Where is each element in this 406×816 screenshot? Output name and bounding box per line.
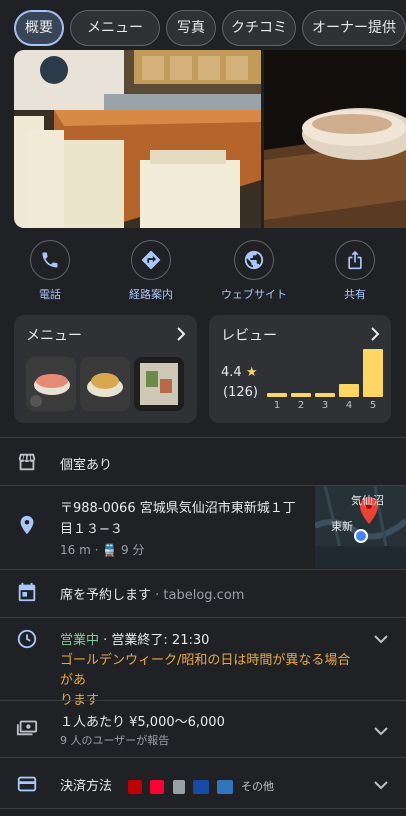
location-pin-icon: [20, 515, 34, 535]
amex-icon: [216, 779, 233, 794]
payment-methods[interactable]: 決済方法 その他: [60, 775, 274, 794]
histogram-bar: [315, 393, 335, 397]
website-button[interactable]: ウェブサイト: [209, 240, 299, 302]
tab-bar: 概要 メニュー 写真 クチコミ オーナー提供: [14, 10, 406, 48]
directions-label: 経路案内: [129, 288, 173, 301]
reservation-text: 席を予約します: [60, 588, 152, 603]
divider: [0, 808, 406, 809]
divider: [0, 437, 406, 438]
card-icon: [172, 779, 185, 794]
rakuten-pay-icon: [128, 779, 143, 794]
interior-photo[interactable]: [14, 50, 261, 228]
menu-thumbnail[interactable]: [134, 357, 184, 411]
share-icon: [335, 240, 375, 280]
menu-card[interactable]: メニュー: [14, 315, 197, 423]
storefront-icon: [18, 453, 36, 471]
chevron-down-icon[interactable]: [374, 634, 388, 644]
histogram-bar: [339, 384, 359, 397]
hours-info[interactable]: 営業中 · 営業終了: 21:30 ゴールデンウィーク/昭和の日は時間が異なる場…: [60, 631, 360, 711]
directions-icon: [131, 240, 171, 280]
menu-thumbnail[interactable]: [26, 357, 76, 411]
bullet: ·: [94, 543, 99, 557]
share-button[interactable]: 共有: [310, 240, 400, 302]
quick-actions: 電話 経路案内 ウェブサイト 共有: [0, 240, 406, 304]
holiday-notice-line1: ゴールデンウィーク/昭和の日は時間が異なる場合があ: [60, 653, 351, 688]
website-label: ウェブサイト: [221, 288, 287, 301]
rating-value: 4.4: [221, 365, 242, 380]
price-info[interactable]: １人あたり ¥5,000〜6,000 9 人のユーザーが報告: [60, 714, 225, 750]
directions-button[interactable]: 経路案内: [106, 240, 196, 302]
divider: [0, 700, 406, 701]
call-label: 電話: [39, 288, 61, 301]
distance-text: 16 m: [60, 543, 91, 557]
price-sub: 9 人のユーザーが報告: [60, 734, 170, 747]
menu-thumbnail[interactable]: [80, 357, 130, 411]
payment-other: その他: [241, 780, 274, 793]
credit-card-icon: [17, 776, 37, 792]
tab-reviews[interactable]: クチコミ: [222, 10, 296, 46]
reservation-source: · tabelog.com: [155, 588, 245, 603]
chevron-right-icon: [177, 327, 186, 341]
histogram-label: 2: [297, 400, 305, 411]
holiday-notice-line2: ります: [60, 693, 100, 708]
star-icon: ★: [245, 365, 258, 380]
histogram-label: 1: [273, 400, 281, 411]
map-label: 東新: [331, 520, 353, 533]
divider: [0, 569, 406, 570]
jcb-icon: [192, 779, 209, 794]
divider: [0, 617, 406, 618]
price-text: １人あたり ¥5,000〜6,000: [60, 715, 225, 730]
histogram-bar: [291, 393, 311, 397]
hours-line: 営業中 · 営業終了: 21:30: [60, 631, 360, 651]
divider: [0, 757, 406, 758]
histogram-label: 3: [321, 400, 329, 411]
chevron-right-icon: [371, 327, 380, 341]
phone-icon: [30, 240, 70, 280]
globe-icon: [234, 240, 274, 280]
call-button[interactable]: 電話: [5, 240, 95, 302]
histogram-label: 4: [345, 400, 353, 411]
address-line1: 〒988-0066 宮城県気仙沼市東新城１丁: [60, 501, 296, 516]
chevron-down-icon[interactable]: [374, 780, 388, 790]
tab-overview[interactable]: 概要: [14, 10, 64, 46]
paypay-icon: [150, 779, 165, 794]
menu-card-title: メニュー: [26, 328, 82, 344]
reservation-link[interactable]: 席を予約します · tabelog.com: [60, 584, 244, 603]
review-card[interactable]: レビュー 4.4 ★ (126) 1 2 3 4 5: [209, 315, 391, 423]
address-line2: 目１３−３: [60, 522, 123, 537]
open-status: 営業中: [60, 633, 100, 648]
rating-score: 4.4 ★: [221, 365, 257, 380]
photo-strip: [14, 50, 406, 228]
rating-histogram: 1 2 3 4 5: [267, 345, 385, 411]
tab-menu[interactable]: メニュー: [70, 10, 160, 46]
distance-info: 16 m · 🚆 9 分: [60, 540, 308, 561]
train-icon: 🚆: [102, 543, 118, 557]
review-card-title: レビュー: [221, 328, 277, 344]
share-label: 共有: [344, 288, 366, 301]
walk-time: 9 分: [121, 543, 145, 557]
clock-icon: [17, 629, 37, 649]
histogram-label: 5: [369, 400, 377, 411]
histogram-bar: [363, 349, 383, 397]
payment-label: 決済方法: [60, 779, 113, 794]
closing-time: · 営業終了: 21:30: [103, 633, 210, 648]
map-thumbnail[interactable]: 気仙沼 東新: [315, 486, 406, 568]
map-label: 気仙沼: [351, 494, 384, 507]
payments-icon: [16, 720, 38, 736]
private-room-text: 個室あり: [60, 458, 113, 473]
calendar-icon: [18, 582, 36, 602]
tab-photos[interactable]: 写真: [166, 10, 216, 46]
review-count: (126): [223, 385, 258, 400]
histogram-bar: [267, 393, 287, 397]
tab-owner[interactable]: オーナー提供: [302, 10, 406, 46]
chevron-down-icon[interactable]: [374, 726, 388, 736]
sushi-photo[interactable]: [264, 50, 406, 228]
address-button[interactable]: 〒988-0066 宮城県気仙沼市東新城１丁 目１３−３ 16 m · 🚆 9 …: [60, 498, 308, 561]
